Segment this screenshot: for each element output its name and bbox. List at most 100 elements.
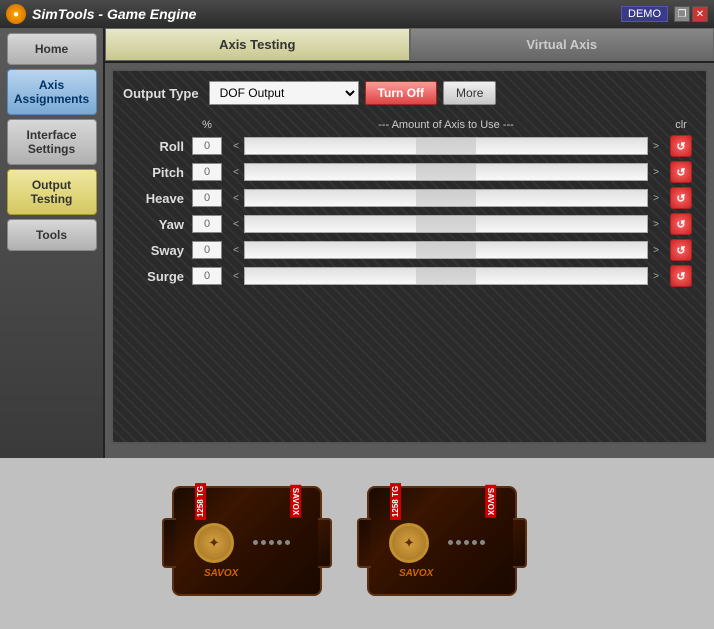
slider-track[interactable] (244, 137, 648, 155)
col-pct-header: % (188, 117, 226, 133)
axis-slider-cell: < > (226, 133, 666, 159)
slider-fill (416, 242, 476, 258)
servo-dot (269, 540, 274, 545)
servo-dot (456, 540, 461, 545)
close-button[interactable]: ✕ (692, 6, 708, 22)
slider-right-arrow: > (650, 219, 662, 230)
output-type-label: Output Type (123, 86, 199, 101)
axis-clr-button[interactable]: ↺ (670, 161, 692, 183)
app-title: SimTools - Game Engine (32, 6, 196, 22)
servo-notch-left (162, 518, 176, 568)
axis-pct-cell (188, 185, 226, 211)
output-type-select[interactable]: DOF Output Game Output (209, 81, 359, 105)
slider-fill (416, 138, 476, 154)
tab-axis-testing[interactable]: Axis Testing (105, 28, 410, 61)
axis-clr-button[interactable]: ↺ (670, 239, 692, 261)
sidebar-item-home[interactable]: Home (7, 33, 97, 65)
slider-right-arrow: > (650, 167, 662, 178)
slider-right-arrow: > (650, 193, 662, 204)
axis-pct-input[interactable] (192, 215, 222, 233)
slider-track[interactable] (244, 189, 648, 207)
clr-icon: ↺ (676, 244, 685, 257)
servo-label-right: 1258 TG (390, 483, 401, 520)
axis-pct-cell (188, 133, 226, 159)
slider-wrapper: < > (230, 137, 662, 155)
slider-left-arrow: < (230, 141, 242, 152)
slider-wrapper: < > (230, 267, 662, 285)
servo-dot (253, 540, 258, 545)
sidebar-item-axis-assignments[interactable]: Axis Assignments (7, 69, 97, 115)
servo-dot (464, 540, 469, 545)
servo-body-left: 1258 TG SAVOX SAVOX (172, 486, 322, 596)
axis-label: Surge (123, 263, 188, 289)
slider-right-arrow: > (650, 271, 662, 282)
slider-wrapper: < > (230, 241, 662, 259)
content-area: Axis Testing Virtual Axis Output Type DO… (105, 28, 714, 458)
clr-icon: ↺ (676, 192, 685, 205)
more-button[interactable]: More (443, 81, 496, 105)
slider-track[interactable] (244, 267, 648, 285)
axis-slider-cell: < > (226, 211, 666, 237)
servo-dot (472, 540, 477, 545)
slider-fill (416, 190, 476, 206)
axis-pct-cell (188, 159, 226, 185)
axis-slider-cell: < > (226, 263, 666, 289)
axis-row: Heave < > ↺ (123, 185, 696, 211)
servo-brand-label-right: SAVOX (485, 485, 496, 518)
servo-savox-right: SAVOX (399, 568, 433, 579)
slider-fill (416, 268, 476, 284)
axis-clr-button[interactable]: ↺ (670, 135, 692, 157)
slider-track[interactable] (244, 215, 648, 233)
servo-dot (480, 540, 485, 545)
axis-clr-cell: ↺ (666, 133, 696, 159)
axis-clr-cell: ↺ (666, 237, 696, 263)
servo-dot (277, 540, 282, 545)
axis-pct-cell (188, 211, 226, 237)
slider-left-arrow: < (230, 193, 242, 204)
app-logo: ● (6, 4, 26, 24)
tab-virtual-axis[interactable]: Virtual Axis (410, 28, 714, 61)
sidebar-item-output-testing[interactable]: Output Testing (7, 169, 97, 215)
axis-clr-button[interactable]: ↺ (670, 213, 692, 235)
turnoff-button[interactable]: Turn Off (365, 81, 437, 105)
axis-tbody: Roll < > ↺ Pitch < (123, 133, 696, 289)
axis-table: % --- Amount of Axis to Use --- clr Roll… (123, 117, 696, 289)
axis-clr-button[interactable]: ↺ (670, 187, 692, 209)
axis-label: Roll (123, 133, 188, 159)
sidebar: Home Axis Assignments Interface Settings… (0, 28, 105, 458)
demo-badge: DEMO (621, 6, 668, 22)
axis-pct-cell (188, 237, 226, 263)
axis-slider-cell: < > (226, 237, 666, 263)
slider-track[interactable] (244, 241, 648, 259)
slider-left-arrow: < (230, 271, 242, 282)
axis-pct-input[interactable] (192, 137, 222, 155)
axis-row: Surge < > ↺ (123, 263, 696, 289)
slider-left-arrow: < (230, 245, 242, 256)
servo-gear-left (194, 523, 234, 563)
servo-dots-left (253, 540, 290, 545)
servo-dots-right (448, 540, 485, 545)
col-amount-header: --- Amount of Axis to Use --- (226, 117, 666, 133)
axis-slider-cell: < > (226, 185, 666, 211)
servo-notch-left-2 (357, 518, 371, 568)
sidebar-item-tools[interactable]: Tools (7, 219, 97, 251)
slider-track[interactable] (244, 163, 648, 181)
axis-row: Sway < > ↺ (123, 237, 696, 263)
bottom-section: 1258 TG SAVOX SAVOX 1258 TG SAVOX SAVOX (0, 458, 714, 629)
axis-pct-input[interactable] (192, 241, 222, 259)
restore-button[interactable]: ❐ (674, 6, 690, 22)
axis-clr-button[interactable]: ↺ (670, 265, 692, 287)
clr-icon: ↺ (676, 166, 685, 179)
axis-pct-input[interactable] (192, 163, 222, 181)
axis-clr-cell: ↺ (666, 159, 696, 185)
axis-pct-input[interactable] (192, 189, 222, 207)
slider-right-arrow: > (650, 141, 662, 152)
axis-label: Yaw (123, 211, 188, 237)
servo-notch-right-2 (513, 518, 527, 568)
clr-icon: ↺ (676, 270, 685, 283)
axis-row: Yaw < > ↺ (123, 211, 696, 237)
tab-bar: Axis Testing Virtual Axis (105, 28, 714, 63)
axis-pct-input[interactable] (192, 267, 222, 285)
servo-left: 1258 TG SAVOX SAVOX (172, 486, 347, 601)
sidebar-item-interface-settings[interactable]: Interface Settings (7, 119, 97, 165)
